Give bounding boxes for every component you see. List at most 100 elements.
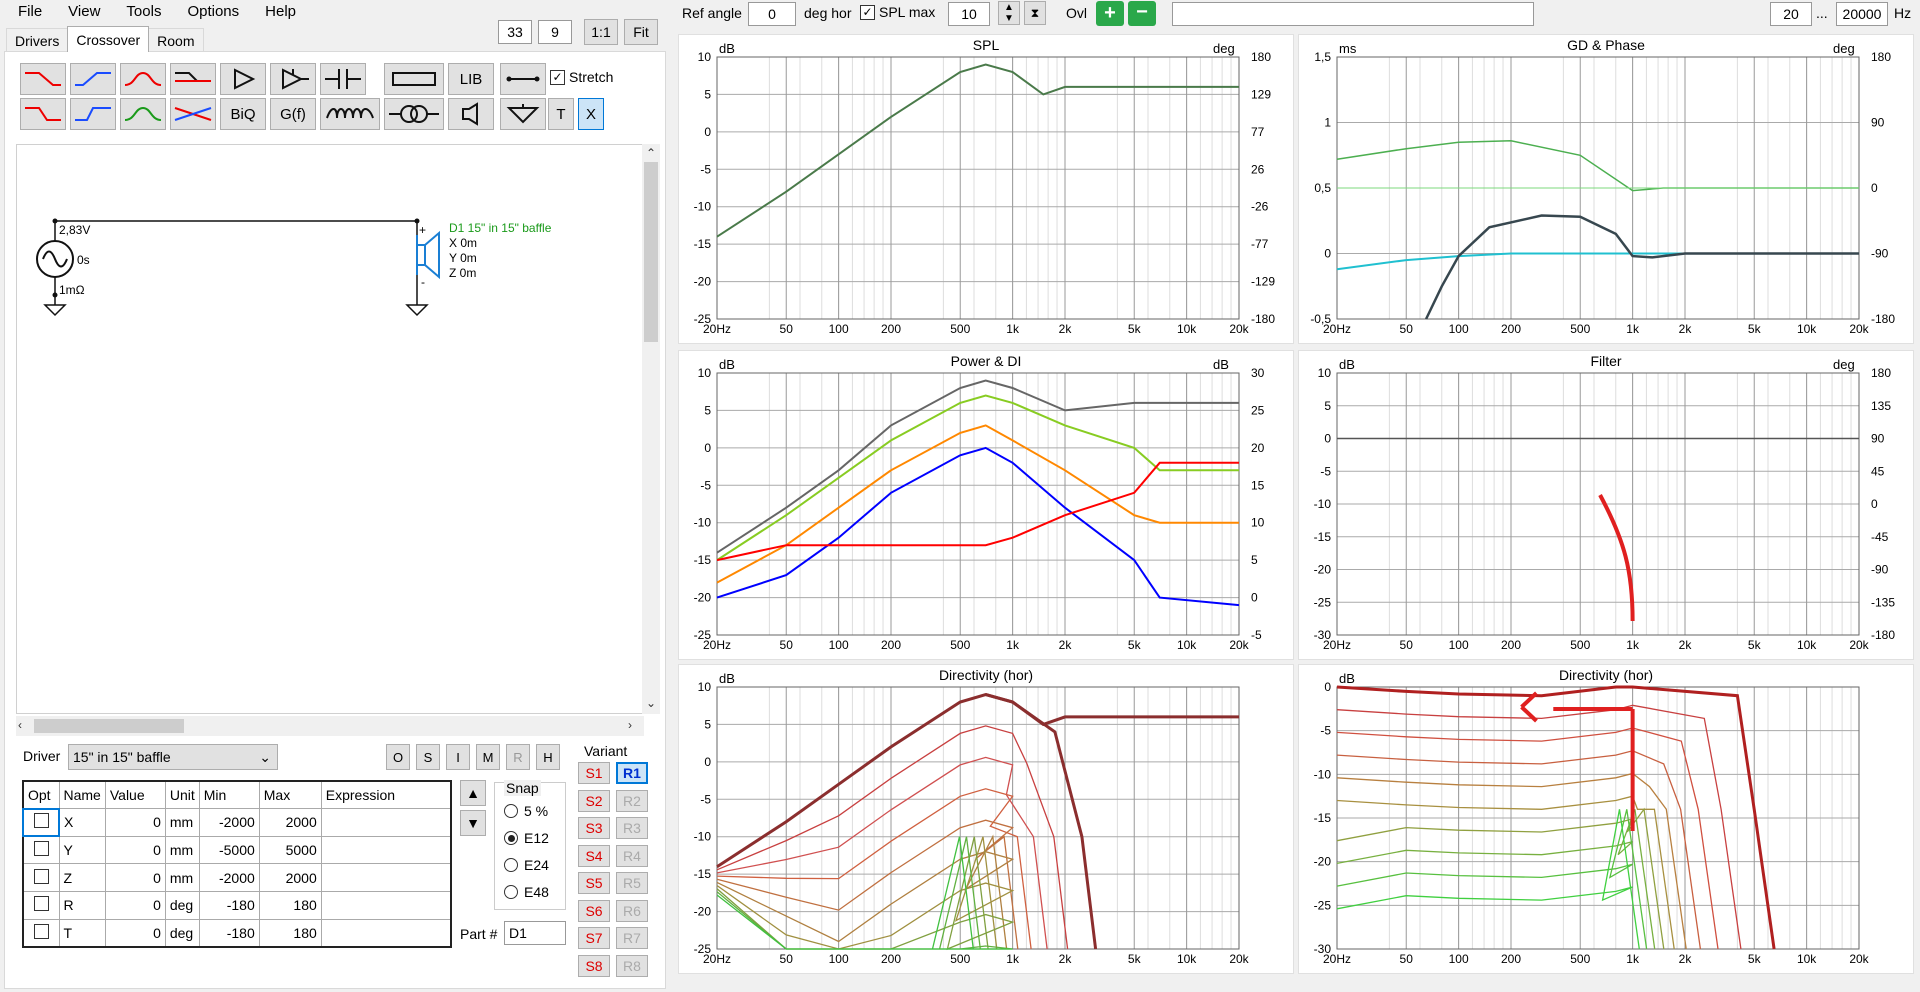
- x-button[interactable]: X: [578, 98, 604, 130]
- snap-e48-radio[interactable]: E48: [504, 884, 549, 900]
- variant-r1-button[interactable]: R1: [616, 762, 648, 784]
- remove-overlay-icon[interactable]: −: [1128, 1, 1156, 26]
- s-button[interactable]: S: [416, 744, 440, 770]
- menu-file[interactable]: File: [0, 3, 50, 20]
- graph-filter-3[interactable]: Filter dB deg 10 5 0 -5 -10 -15 -20 -25 -30 180 135 90…: [1298, 350, 1914, 660]
- shelf-icon[interactable]: [170, 63, 216, 95]
- variant-s3-button[interactable]: S3: [578, 817, 610, 839]
- row-max[interactable]: 5000: [258, 835, 322, 865]
- spl-spinner[interactable]: ▲ ▼: [998, 1, 1020, 25]
- row-max[interactable]: 180: [258, 918, 322, 948]
- variant-s8-button[interactable]: S8: [578, 954, 610, 977]
- variant-s7-button[interactable]: S7: [578, 927, 610, 949]
- opt-checkbox[interactable]: [33, 813, 49, 829]
- snap-e12-radio[interactable]: E12: [504, 830, 549, 846]
- ground-icon[interactable]: [500, 98, 546, 130]
- variant-s2-button[interactable]: S2: [578, 789, 610, 812]
- h-button[interactable]: H: [536, 744, 560, 770]
- transformer-icon[interactable]: [384, 98, 444, 130]
- menu-options[interactable]: Options: [169, 3, 247, 20]
- highpass-blue2-icon[interactable]: [70, 98, 116, 130]
- bandpass-green-icon[interactable]: [120, 98, 166, 130]
- row-max[interactable]: 2000: [258, 863, 322, 893]
- freq-min-input[interactable]: 20: [1770, 2, 1812, 26]
- gf-button[interactable]: G(f): [270, 98, 316, 130]
- freq-max-input[interactable]: 20000: [1836, 2, 1888, 26]
- add-overlay-icon[interactable]: +: [1096, 1, 1124, 26]
- part-input[interactable]: D1: [504, 921, 566, 945]
- zoom-b-field[interactable]: 9: [538, 20, 572, 44]
- table-row[interactable]: Z 0 mm -2000 2000: [22, 863, 452, 893]
- row-min[interactable]: -2000: [198, 808, 260, 837]
- overlay-name-input[interactable]: [1172, 2, 1534, 26]
- graph-power-di-2[interactable]: Power & DI dB dB 10 5 0 -5 -10 -15 -20 -25 30 25 20 15…: [678, 350, 1294, 660]
- opt-checkbox[interactable]: [33, 923, 49, 939]
- scroll-down-icon[interactable]: ⌄: [646, 696, 656, 710]
- table-row[interactable]: R 0 deg -180 180: [22, 891, 452, 920]
- stretch-checkbox[interactable]: ✓ Stretch: [550, 69, 613, 85]
- biq-button[interactable]: BiQ: [220, 98, 266, 130]
- menu-tools[interactable]: Tools: [108, 3, 169, 20]
- i-button[interactable]: I: [446, 744, 470, 770]
- variant-s6-button[interactable]: S6: [578, 899, 610, 922]
- capacitor-icon[interactable]: [320, 63, 366, 95]
- bandpass-red-icon[interactable]: [120, 63, 166, 95]
- move-up-button[interactable]: ▲: [460, 780, 486, 806]
- variant-r2-button[interactable]: R2: [616, 789, 648, 812]
- variant-r5-button[interactable]: R5: [616, 872, 648, 894]
- one-to-one-button[interactable]: 1:1: [584, 19, 618, 45]
- graph-spl-0[interactable]: SPL dB deg 10 5 0 -5 -10 -15 -20 -25 180 129 77 26 -26-…: [678, 34, 1294, 344]
- table-row[interactable]: Y 0 mm -5000 5000: [22, 835, 452, 865]
- graph-directivity-hor--4[interactable]: Directivity (hor) dB 10 5 0 -5 -10 -15 -20 -25 20H…: [678, 664, 1294, 974]
- row-min[interactable]: -180: [198, 891, 260, 920]
- opt-checkbox[interactable]: [33, 896, 49, 912]
- schematic-hscroll[interactable]: ‹ ›: [16, 716, 644, 736]
- o-button[interactable]: O: [386, 744, 410, 770]
- row-expression[interactable]: [320, 918, 452, 948]
- spl-max-input[interactable]: 10: [948, 2, 990, 26]
- row-min[interactable]: -180: [198, 918, 260, 948]
- buffer-icon[interactable]: [270, 63, 316, 95]
- amplifier-icon[interactable]: [220, 63, 266, 95]
- row-max[interactable]: 180: [258, 891, 322, 920]
- lowpass-red2-icon[interactable]: [20, 98, 66, 130]
- variant-s5-button[interactable]: S5: [578, 872, 610, 894]
- variant-s4-button[interactable]: S4: [578, 844, 610, 867]
- allpass-icon[interactable]: [170, 98, 216, 130]
- row-value[interactable]: 0: [104, 835, 166, 865]
- row-max[interactable]: 2000: [258, 808, 322, 837]
- variant-r8-button[interactable]: R8: [616, 954, 648, 977]
- driver-select[interactable]: 15" in 15" baffle ⌄: [68, 744, 278, 770]
- row-value[interactable]: 0: [104, 808, 166, 837]
- graph-directivity-hor--5[interactable]: Directivity (hor) dB 0 -5 -10 -15 -20 -25 -30 20H…: [1298, 664, 1914, 974]
- snap-e24-radio[interactable]: E24: [504, 857, 549, 873]
- resistor-icon[interactable]: [384, 63, 444, 95]
- menu-help[interactable]: Help: [247, 3, 304, 20]
- variant-r7-button[interactable]: R7: [616, 927, 648, 949]
- table-row[interactable]: X 0 mm -2000 2000: [22, 807, 452, 838]
- wire-icon[interactable]: [500, 63, 546, 95]
- move-down-button[interactable]: ▼: [460, 810, 486, 836]
- fit-vertical-icon[interactable]: ⧗: [1024, 1, 1046, 25]
- graph-gd-phase-1[interactable]: GD & Phase ms deg 1,5 1 0,5 0 -0,5 180 90 0 -90 -180…: [1298, 34, 1914, 344]
- row-value[interactable]: 0: [104, 863, 166, 893]
- lib-button[interactable]: LIB: [448, 63, 494, 95]
- ref-angle-input[interactable]: 0: [748, 2, 796, 26]
- speaker-icon[interactable]: [448, 98, 494, 130]
- variant-s1-button[interactable]: S1: [578, 762, 610, 784]
- r-button[interactable]: R: [506, 744, 530, 770]
- table-row[interactable]: T 0 deg -180 180: [22, 918, 452, 948]
- row-value[interactable]: 0: [104, 891, 166, 920]
- menu-view[interactable]: View: [50, 3, 108, 20]
- row-expression[interactable]: [320, 863, 452, 893]
- opt-checkbox[interactable]: [33, 841, 49, 857]
- inductor-icon[interactable]: [320, 98, 380, 130]
- t-button[interactable]: T: [548, 98, 574, 130]
- scroll-up-icon[interactable]: ⌃: [646, 146, 656, 160]
- variant-r6-button[interactable]: R6: [616, 899, 648, 922]
- scroll-left-icon[interactable]: ‹: [18, 718, 22, 732]
- snap-5pct-radio[interactable]: 5 %: [504, 803, 548, 819]
- variant-r4-button[interactable]: R4: [616, 844, 648, 867]
- variant-r3-button[interactable]: R3: [616, 817, 648, 839]
- m-button[interactable]: M: [476, 744, 500, 770]
